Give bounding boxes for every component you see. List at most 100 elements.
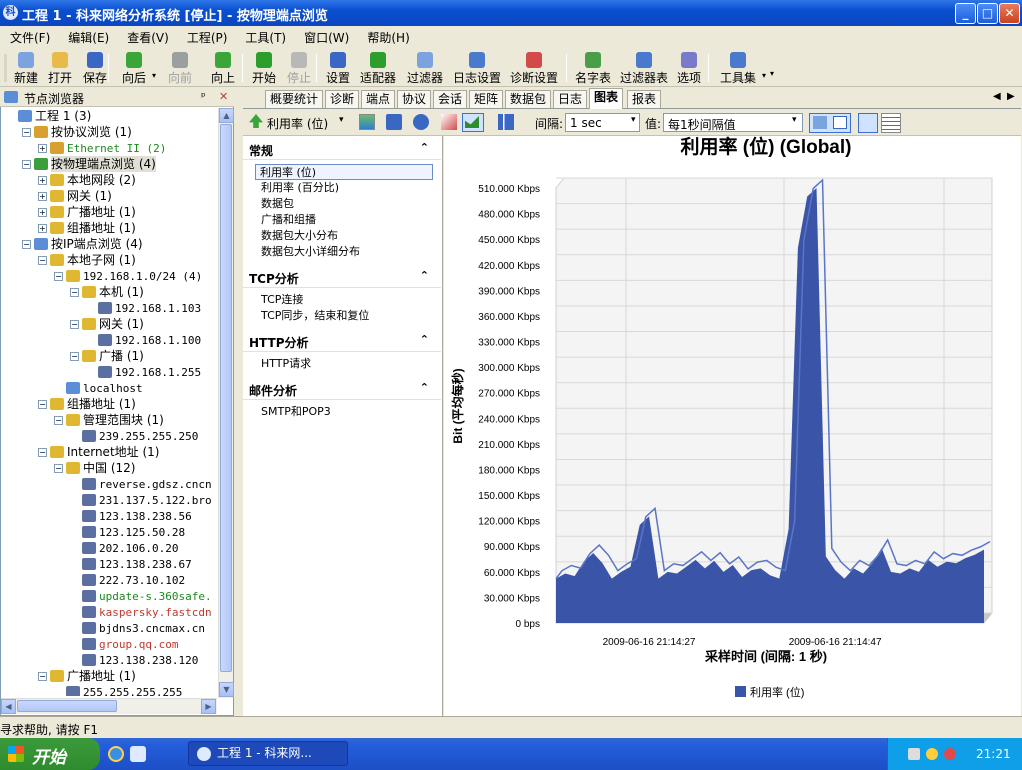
menu-item-5[interactable]: 窗口(W) [294,26,357,46]
collapse-icon[interactable]: − [22,160,31,169]
close-button[interactable]: ✕ [999,3,1020,24]
tree-node[interactable]: − 本机 (1) [70,284,144,300]
tab-2[interactable]: 端点 [361,90,396,108]
adapter-button[interactable]: 适配器 [360,51,396,85]
quicklaunch-app-icon[interactable] [130,746,146,762]
tab-8[interactable]: 图表 [589,88,624,109]
line-chart-icon[interactable] [441,114,457,130]
bar-chart-icon[interactable] [498,114,514,130]
collapse-icon[interactable]: − [22,240,31,249]
tree-node[interactable]: 192.168.1.255 [86,364,201,380]
tree-node[interactable]: 123.138.238.67 [70,556,192,572]
tree-node[interactable]: + 广播地址 (1) [38,204,136,220]
tab-3[interactable]: 协议 [397,90,432,108]
tree-node[interactable]: − 广播地址 (1) [38,668,136,684]
tree-node[interactable]: 202.106.0.20 [70,540,178,556]
tab-4[interactable]: 会话 [433,90,468,108]
dropdown-arrow-icon[interactable]: ▾ [762,71,766,80]
tree-node[interactable]: − 组播地址 (1) [38,396,136,412]
collapse-icon[interactable]: − [54,416,63,425]
tree-node[interactable]: 222.73.10.102 [70,572,185,588]
chart-type-icon[interactable] [359,114,375,130]
menu-item-6[interactable]: 帮助(H) [357,26,417,46]
tab-0[interactable]: 概要统计 [265,90,324,108]
expand-icon[interactable]: + [38,144,47,153]
chart-list-item[interactable]: 数据包 [261,196,294,212]
expand-icon[interactable]: + [38,208,47,217]
menu-item-3[interactable]: 工程(P) [177,26,236,46]
chart-list-item[interactable]: TCP连接 [261,292,303,308]
tree-node[interactable]: group.qq.com [70,636,178,652]
tree-node[interactable]: + 网关 (1) [38,188,112,204]
tree-node[interactable]: kaspersky.fastcdn [70,604,212,620]
ie-icon[interactable] [108,746,124,762]
section-header[interactable]: 常规 ⌃ [243,138,441,160]
tree-node[interactable]: − 按协议浏览 (1) [22,124,132,140]
tab-7[interactable]: 日志 [553,90,588,108]
tree-node[interactable]: reverse.gdsz.cncn [70,476,212,492]
panel-close-icon[interactable]: ✕ [219,90,228,103]
expand-icon[interactable]: + [38,192,47,201]
tree-node[interactable]: + 本地网段 (2) [38,172,136,188]
chart-list-item[interactable]: TCP同步，结束和复位 [261,308,369,324]
tab-scroll-right-icon[interactable]: ▶ [1007,91,1015,102]
chart-list-item[interactable]: 广播和组播 [261,212,316,228]
statistic-select[interactable]: 利用率 (位) [267,115,328,132]
forward-button[interactable]: 向前 [168,51,192,85]
options-button[interactable]: 选项 [677,51,701,85]
tree-node[interactable]: + Ethernet II (2) [38,140,166,156]
tree-node[interactable]: − 广播 (1) [70,348,144,364]
up-arrow-icon[interactable] [249,114,263,128]
tree-node[interactable]: 123.125.50.28 [70,524,185,540]
menu-item-0[interactable]: 文件(F) [0,26,58,46]
tree-node[interactable]: 255.255.255.255 [54,684,182,696]
tree-node[interactable]: localhost [54,380,143,396]
menu-item-4[interactable]: 工具(T) [235,26,294,46]
vertical-scroll-thumb[interactable] [220,124,232,672]
up-button[interactable]: 向上 [211,51,235,85]
maximize-button[interactable]: □ [977,3,998,24]
tree-node[interactable]: 192.168.1.103 [86,300,201,316]
section-header[interactable]: TCP分析 ⌃ [243,266,441,288]
network-tray-icon[interactable] [908,748,920,760]
collapse-chevron-icon[interactable]: ⌃ [420,381,429,394]
collapse-chevron-icon[interactable]: ⌃ [420,141,429,154]
tree-node[interactable]: − 管理范围块 (1) [54,412,164,428]
section-header[interactable]: HTTP分析 ⌃ [243,330,441,352]
statistic-dropdown-icon[interactable]: ▾ [339,115,344,125]
collapse-icon[interactable]: − [38,256,47,265]
interval-dropdown-icon[interactable]: ▾ [631,115,636,125]
tab-5[interactable]: 矩阵 [469,90,504,108]
scroll-left-arrow-icon[interactable]: ◀ [1,699,16,714]
collapse-icon[interactable]: − [70,320,79,329]
document-view-icon[interactable] [833,116,847,129]
stop-button[interactable]: 停止 [287,51,311,85]
tree-horizontal-scrollbar[interactable]: ◀ ▶ [1,698,217,714]
tree-node[interactable]: − 192.168.1.0/24 (4) [54,268,202,284]
value-select[interactable]: 每1秒间隔值 [663,113,803,132]
expand-icon[interactable]: + [38,224,47,233]
dropdown-arrow-icon[interactable]: ▾ [152,71,156,80]
tab-scroll-left-icon[interactable]: ◀ [993,91,1001,102]
diagnosis-settings-button[interactable]: 诊断设置 [510,51,558,85]
tree-node[interactable]: − 按物理端点浏览 (4) [22,156,156,172]
tab-1[interactable]: 诊断 [325,90,360,108]
scroll-right-arrow-icon[interactable]: ▶ [201,699,216,714]
filter-button[interactable]: 过滤器 [407,51,443,85]
collapse-chevron-icon[interactable]: ⌃ [420,333,429,346]
minimize-button[interactable]: _ [955,3,976,24]
menu-item-2[interactable]: 查看(V) [117,26,177,46]
tree-node[interactable]: 239.255.255.250 [70,428,198,444]
volume-tray-icon[interactable] [926,748,938,760]
collapse-chevron-icon[interactable]: ⌃ [420,269,429,282]
taskbar-item-project[interactable]: 工程 1 - 科来网... [188,741,348,766]
start-button[interactable]: 开始 [0,738,100,770]
chart-list-item[interactable]: 利用率 (位) [255,164,433,180]
tree-node[interactable]: − 本地子网 (1) [38,252,136,268]
tree-node[interactable]: − Internet地址 (1) [38,444,159,460]
name-table-button[interactable]: 名字表 [575,51,611,85]
toolbar-grip[interactable] [4,54,7,82]
split-view-icon[interactable] [813,116,827,129]
chart-list-item[interactable]: 数据包大小详细分布 [261,244,360,260]
tree-node[interactable]: 123.138.238.56 [70,508,192,524]
